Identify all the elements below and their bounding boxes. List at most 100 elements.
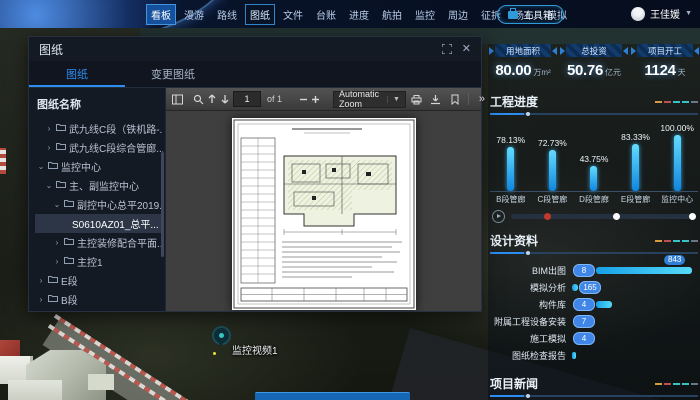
nav-item-1[interactable]: 看板: [146, 4, 176, 25]
slider-track[interactable]: [511, 214, 696, 219]
download-icon[interactable]: [428, 91, 444, 107]
bar-value-label: 72.73%: [538, 138, 567, 148]
tree-item[interactable]: S0610AZ01_总平...: [35, 214, 163, 233]
tree-item-label: 副控中心总平2019...: [77, 197, 163, 212]
tab-2[interactable]: 变更图纸: [125, 61, 221, 87]
tree-item-label: 主控1: [77, 254, 103, 269]
design-row: 构件库4: [490, 298, 698, 311]
drawings-panel-body: 图纸名称 ›武九线C段（铁机路-...›武九线C段综合管廊...⌄监控中心⌄主、…: [29, 88, 481, 311]
section-underline: [490, 113, 698, 115]
tree-item[interactable]: ›武九线C段综合管廊...: [35, 138, 163, 157]
design-bar-area: 4: [572, 332, 698, 345]
next-page-icon[interactable]: [220, 91, 230, 107]
play-icon[interactable]: [492, 210, 505, 223]
progress-bar: [590, 166, 597, 191]
previous-page-icon[interactable]: [207, 91, 217, 107]
drawings-tabbar: 图纸变更图纸: [29, 61, 481, 88]
nav-item-3[interactable]: 路线: [212, 4, 242, 25]
tree-item[interactable]: ›D段: [35, 309, 163, 311]
nav-item-2[interactable]: 漫游: [179, 4, 209, 25]
print-icon[interactable]: [409, 91, 425, 107]
pdf-toolbar: of 1 Automatic Zoom ▼: [166, 88, 481, 111]
zoom-level-select[interactable]: Automatic Zoom ▼: [333, 91, 406, 108]
bookmark-icon[interactable]: [447, 91, 463, 107]
stat-3: 项目开工1124天: [632, 44, 698, 84]
page-number-input[interactable]: [233, 91, 261, 107]
legend-dash-icon: [664, 240, 671, 242]
design-bar-area: 8843: [572, 264, 698, 277]
chevron-icon: ›: [45, 143, 53, 152]
tree-item[interactable]: ›主控1: [35, 252, 163, 271]
legend-dash-icon: [691, 101, 698, 103]
folder-icon: [56, 123, 66, 134]
expand-icon[interactable]: [442, 44, 453, 55]
top-navigation-bar: 看板漫游路线图纸文件台账进度航拍监控周边征拆场布模拟 工具箱 王佳媛 ▼: [0, 0, 700, 28]
slider-dot[interactable]: [689, 213, 696, 220]
tree-item[interactable]: ›B段: [35, 290, 163, 309]
nav-item-5[interactable]: 文件: [278, 4, 308, 25]
legend-dash-icon: [673, 101, 680, 103]
user-menu[interactable]: 王佳媛 ▼: [631, 6, 692, 21]
section-dashes: [655, 383, 698, 385]
avatar: [631, 7, 645, 21]
tree-item-label: 武九线C段（铁机路-...: [69, 121, 163, 136]
bar-value-label: 83.33%: [621, 132, 650, 142]
tree-item-label: 监控中心: [61, 159, 101, 174]
nav-item-8[interactable]: 航拍: [377, 4, 407, 25]
stat-value-row: 80.00万m²: [490, 57, 556, 84]
zoom-in-icon[interactable]: [311, 91, 320, 107]
slider-dot[interactable]: [544, 213, 551, 220]
design-value-pill: 7: [573, 315, 595, 328]
chart-axis: [490, 191, 698, 192]
legend-dash-icon: [655, 240, 662, 242]
stat-arrow-right-icon: [552, 47, 557, 55]
chevron-icon: ›: [37, 295, 45, 304]
legend-dash-icon: [673, 383, 680, 385]
more-tools-icon[interactable]: »: [474, 91, 490, 107]
camera-pin-label: 监控视频1: [232, 342, 278, 357]
legend-dash-icon: [673, 240, 680, 242]
tree-item[interactable]: ⌄监控中心: [35, 157, 163, 176]
tab-1[interactable]: 图纸: [29, 61, 125, 87]
tree-item[interactable]: ⌄主、副监控中心: [35, 176, 163, 195]
legend-dash-icon: [655, 101, 662, 103]
stat-1: 用地面积80.00万m²: [490, 44, 556, 84]
camera-pin-stem: [218, 342, 224, 347]
pdf-canvas[interactable]: [166, 111, 481, 311]
toolbox-button[interactable]: 工具箱: [497, 5, 564, 24]
design-bar-area: 7: [572, 315, 698, 328]
stat-label: 总投资: [566, 44, 622, 57]
bar-value-label: 100.00%: [660, 123, 694, 133]
tree-item[interactable]: ›武九线C段（铁机路-...: [35, 119, 163, 138]
progress-bar-column: 100.00%: [656, 119, 698, 191]
nav-item-4[interactable]: 图纸: [245, 4, 275, 25]
drawing-page: [232, 118, 416, 310]
sidebar-toggle-icon[interactable]: [172, 91, 183, 107]
tree-item-label: 主、副监控中心: [69, 178, 139, 193]
section-underline: [490, 395, 698, 397]
nav-item-6[interactable]: 台账: [311, 4, 341, 25]
design-value-pill: 4: [573, 298, 595, 311]
slider-dot[interactable]: [613, 213, 620, 220]
folder-icon: [48, 161, 58, 172]
design-value-pill: 8: [573, 264, 595, 277]
tree-scrollbar[interactable]: [161, 152, 164, 257]
bar-value-label: 78.13%: [496, 135, 525, 145]
map-striped-pole: [0, 148, 6, 174]
zoom-out-icon[interactable]: [299, 91, 308, 107]
tree-item[interactable]: ⌄副控中心总平2019...: [35, 195, 163, 214]
stat-value: 80.00: [495, 62, 531, 79]
nav-item-10[interactable]: 周边: [443, 4, 473, 25]
close-icon[interactable]: ✕: [462, 44, 471, 55]
news-section-title: 项目新闻: [490, 375, 538, 392]
tree-item[interactable]: ›E段: [35, 271, 163, 290]
search-icon[interactable]: [193, 91, 204, 107]
design-row-label: 图纸检查报告: [490, 349, 572, 362]
bar-category-label: C段管廊: [532, 194, 574, 205]
tree-item[interactable]: ›主控装修配合平面...: [35, 233, 163, 252]
nav-item-7[interactable]: 进度: [344, 4, 374, 25]
tree-header: 图纸名称: [37, 96, 163, 112]
nav-item-9[interactable]: 监控: [410, 4, 440, 25]
progress-bar: [549, 150, 556, 191]
bottom-blue-button[interactable]: [255, 392, 410, 400]
